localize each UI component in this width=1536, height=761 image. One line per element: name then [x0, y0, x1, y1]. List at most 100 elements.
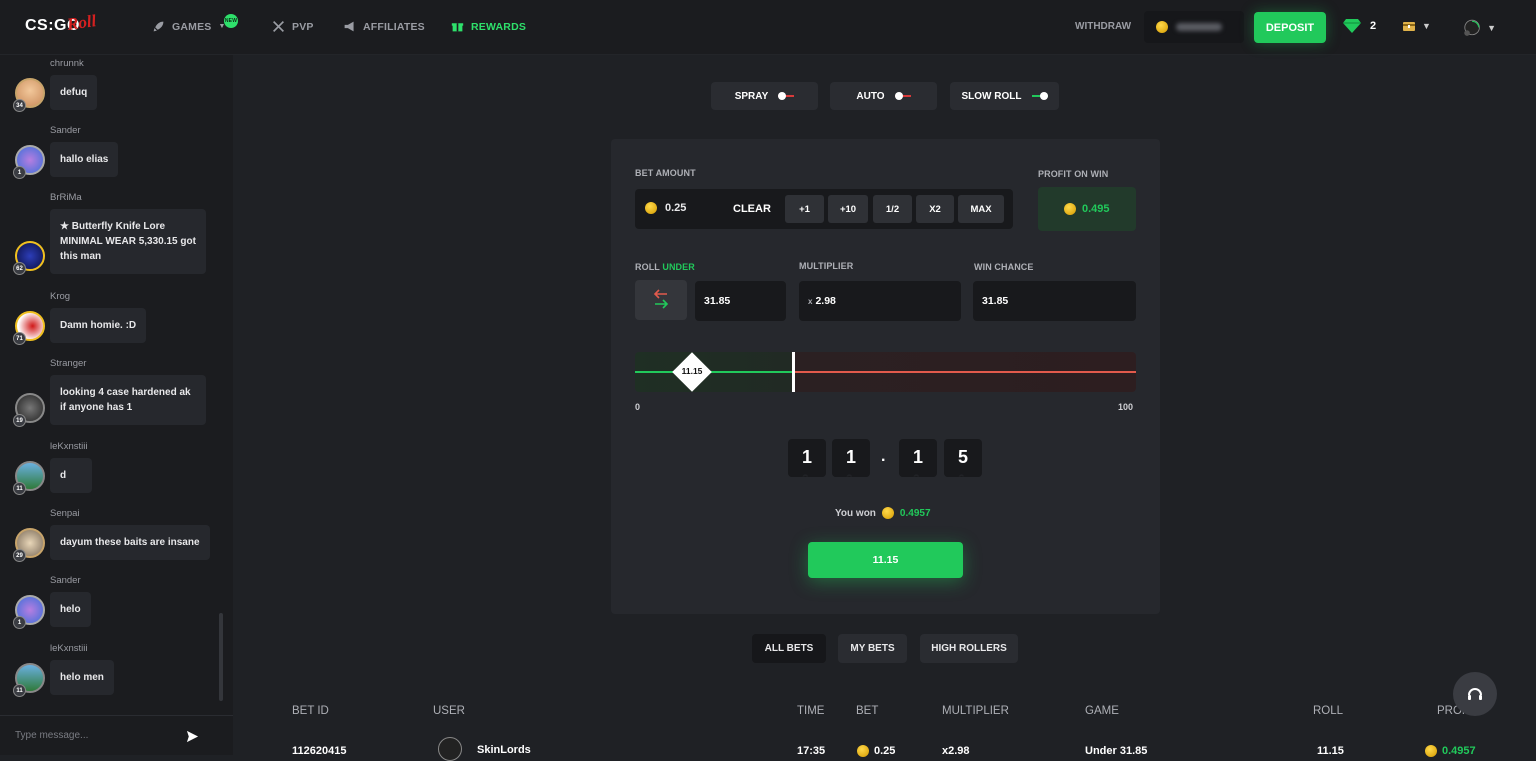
avatar: [1464, 19, 1480, 36]
row-time: 17:35: [797, 745, 826, 757]
slow-roll-toggle[interactable]: SLOW ROLL: [950, 82, 1059, 110]
dice-panel: BET AMOUNT 0.25 CLEAR +1 +10 1/2 X2 MAX …: [611, 139, 1160, 614]
chat-bubble: ★ Butterfly Knife Lore MINIMAL WEAR 5,33…: [50, 209, 206, 274]
tab-high-rollers[interactable]: HIGH ROLLERS: [920, 634, 1018, 663]
row-bet: 0.25: [874, 745, 896, 757]
max-button[interactable]: MAX: [958, 195, 1004, 223]
row-profit: 0.4957: [1442, 745, 1476, 757]
logo-roll-text: Roll: [65, 11, 98, 34]
gem-icon: [1343, 19, 1361, 33]
roll-button[interactable]: 11.15: [808, 542, 963, 578]
chat-bubble: helo men: [50, 660, 114, 695]
slider-handle[interactable]: [792, 352, 795, 392]
slow-roll-label: SLOW ROLL: [961, 90, 1022, 102]
site-logo[interactable]: CS:GO Roll: [25, 11, 115, 41]
deposit-button[interactable]: DEPOSIT: [1254, 12, 1326, 43]
rocket-icon: [153, 21, 164, 32]
level-badge: 11: [13, 684, 26, 697]
spray-toggle[interactable]: SPRAY: [711, 82, 818, 110]
user-menu[interactable]: ▼: [1462, 12, 1496, 44]
balance-display: [1144, 11, 1244, 43]
spray-label: SPRAY: [734, 90, 769, 102]
toggle-switch[interactable]: [778, 92, 795, 100]
chat-username: chrunnk: [50, 58, 84, 69]
chat-bubble: looking 4 case hardened ak if anyone has…: [50, 375, 206, 425]
toggle-switch[interactable]: [1031, 92, 1048, 100]
roll-under-input[interactable]: 31.85: [695, 281, 786, 321]
nav-games[interactable]: GAMES ▼ NEW: [152, 14, 238, 33]
result-marker-value: 11.15: [681, 366, 703, 376]
digit-value: 1: [845, 447, 856, 467]
nav-affiliates-label: AFFILIATES: [363, 20, 425, 33]
profit-on-win-box: 0.495: [1038, 187, 1136, 231]
bet-amount-value: 0.25: [665, 202, 687, 214]
chat-bubble: Damn homie. :D: [50, 308, 147, 343]
gems-count: 2: [1370, 20, 1377, 32]
double-button[interactable]: X2: [916, 195, 954, 223]
profit-value: 0.495: [1082, 203, 1110, 215]
chat-scrollbar[interactable]: [219, 613, 223, 701]
plus-one-button[interactable]: +1: [785, 195, 824, 223]
roll-slider[interactable]: 11.15: [635, 352, 1136, 392]
half-button[interactable]: 1/2: [873, 195, 912, 223]
win-message: You won 0.4957: [835, 507, 931, 519]
swords-icon: [273, 21, 284, 32]
level-badge: 29: [13, 549, 26, 562]
nav-rewards[interactable]: REWARDS: [451, 20, 526, 33]
chat-username: Stranger: [50, 358, 87, 369]
result-digit: 56: [944, 439, 982, 477]
bet-amount-label: BET AMOUNT: [635, 168, 696, 178]
toggle-switch[interactable]: [894, 92, 911, 100]
headset-icon: [1468, 688, 1482, 700]
nav-pvp[interactable]: PVP: [272, 20, 314, 33]
digit-ghost: 2: [802, 472, 809, 477]
bet-amount-input[interactable]: 0.25: [645, 202, 686, 214]
row-user: SkinLords: [477, 744, 531, 756]
gift-icon: [451, 23, 464, 32]
chat-message-input[interactable]: [15, 730, 175, 741]
lose-range-line: [794, 371, 1136, 373]
row-multiplier: x2.98: [942, 745, 970, 757]
col-roll: ROLL: [1313, 705, 1344, 717]
level-badge: 71: [13, 332, 26, 345]
coin-icon: [857, 745, 869, 757]
send-icon[interactable]: [186, 730, 199, 743]
gems-counter[interactable]: 2: [1342, 18, 1376, 34]
level-badge: 1: [13, 166, 26, 179]
chevron-down-icon: ▼: [1422, 20, 1431, 31]
tab-all-bets[interactable]: ALL BETS: [752, 634, 826, 663]
roll-mode-label: ROLL UNDER: [635, 262, 695, 272]
top-navigation: CS:GO Roll GAMES ▼ NEW PVP AFFILIATES RE…: [0, 0, 1536, 55]
nav-rewards-label: REWARDS: [471, 20, 527, 33]
nav-affiliates[interactable]: AFFILIATES: [343, 20, 425, 33]
multiplier-value: 2.98: [815, 295, 836, 307]
col-user: USER: [433, 705, 465, 717]
col-bet: BET: [856, 705, 879, 717]
auto-toggle[interactable]: AUTO: [830, 82, 937, 110]
digit-ghost: 6: [958, 472, 965, 477]
chat-bubble: hallo elias: [50, 142, 119, 177]
case-dropdown[interactable]: ▼: [1402, 19, 1431, 32]
chat-bubble: dayum these baits are insane: [50, 525, 210, 560]
nav-pvp-label: PVP: [292, 20, 314, 33]
chat-sidebar: chrunnk 34 defuq Sander 1 hallo elias Br…: [0, 55, 233, 755]
win-chance-input[interactable]: 31.85: [973, 281, 1136, 321]
clear-button[interactable]: CLEAR: [733, 203, 771, 215]
digit-ghost: 2: [913, 472, 920, 477]
new-badge: NEW: [224, 14, 238, 28]
chat-bubble: defuq: [50, 75, 98, 110]
roll-label: ROLL: [635, 262, 660, 272]
tab-my-bets[interactable]: MY BETS: [838, 634, 907, 663]
withdraw-link[interactable]: WITHDRAW: [1075, 21, 1131, 32]
support-button[interactable]: [1453, 672, 1497, 716]
bet-amount-box: 0.25 CLEAR +1 +10 1/2 X2 MAX: [635, 189, 1013, 229]
swap-roll-direction-button[interactable]: [635, 280, 687, 320]
chat-username: Sander: [50, 575, 81, 586]
auto-label: AUTO: [856, 90, 885, 102]
row-bet-id: 112620415: [292, 745, 347, 757]
chat-username: Senpai: [50, 508, 80, 519]
coin-icon: [881, 507, 894, 519]
chat-username: leKxnstiii: [50, 643, 88, 654]
plus-ten-button[interactable]: +10: [828, 195, 868, 223]
multiplier-input[interactable]: x 2.98: [799, 281, 961, 321]
